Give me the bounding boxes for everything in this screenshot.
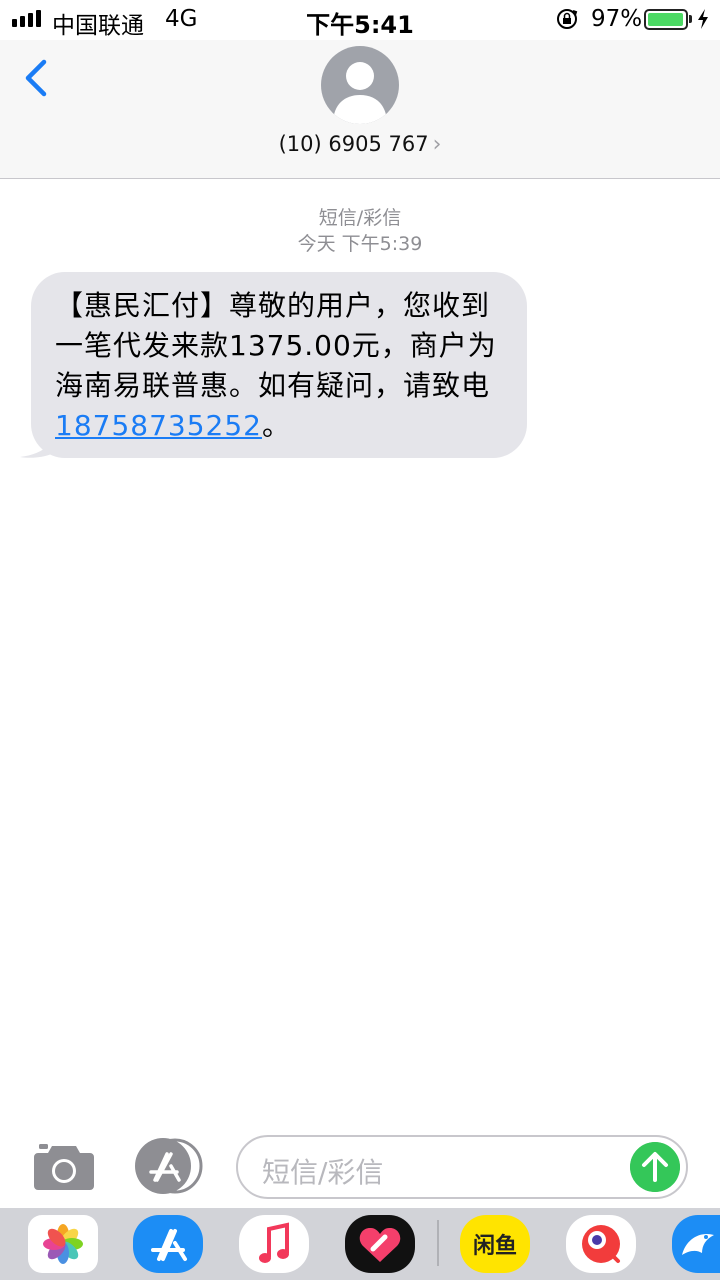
app-store-app-icon[interactable] xyxy=(133,1215,203,1273)
back-chevron-icon[interactable] xyxy=(18,54,58,104)
blue-bird-app-icon[interactable] xyxy=(672,1215,720,1273)
send-arrow-icon[interactable] xyxy=(630,1142,680,1192)
battery-level-fill xyxy=(648,13,683,26)
red-fish-app-icon[interactable] xyxy=(566,1215,636,1273)
message-input[interactable]: 短信/彩信 xyxy=(236,1135,688,1199)
orientation-lock-icon xyxy=(557,9,578,29)
battery-tip xyxy=(689,15,692,23)
xianyu-app-label: 闲鱼 xyxy=(472,1234,517,1259)
status-bar: 中国联通 4G 下午5:41 97% xyxy=(0,0,720,40)
xianyu-app-icon[interactable]: 闲鱼 xyxy=(460,1215,530,1273)
battery-icon xyxy=(644,9,688,30)
app-drawer: 闲鱼 xyxy=(0,1208,720,1280)
message-text-end: 。 xyxy=(261,409,291,442)
incoming-message-bubble[interactable]: 【惠民汇付】尊敬的用户，您收到一笔代发来款1375.00元，商户为海南易联普惠。… xyxy=(31,272,527,458)
photos-app-icon[interactable] xyxy=(28,1215,98,1273)
default-avatar-icon[interactable] xyxy=(321,46,399,124)
app-drawer-divider xyxy=(437,1220,439,1266)
heart-app-icon[interactable] xyxy=(345,1215,415,1273)
contact-number-text: (10) 6905 767 xyxy=(278,132,429,156)
charging-bolt-icon xyxy=(698,9,708,29)
message-text: 【惠民汇付】尊敬的用户，您收到一笔代发来款1375.00元，商户为海南易联普惠。… xyxy=(55,289,497,402)
phone-number-link[interactable]: 18758735252 xyxy=(55,409,262,442)
message-type-label: 短信/彩信 xyxy=(318,207,402,229)
app-store-icon[interactable] xyxy=(133,1138,205,1194)
camera-icon[interactable] xyxy=(32,1140,96,1192)
battery-percentage: 97% xyxy=(591,6,643,32)
music-app-icon[interactable] xyxy=(239,1215,309,1273)
contact-chevron-icon: › xyxy=(432,132,442,157)
conversation-header: (10) 6905 767 › xyxy=(0,40,720,179)
contact-name[interactable]: (10) 6905 767 › xyxy=(0,132,720,157)
message-timestamp: 今天 下午5:39 xyxy=(297,233,423,255)
message-input-placeholder: 短信/彩信 xyxy=(262,1156,384,1189)
